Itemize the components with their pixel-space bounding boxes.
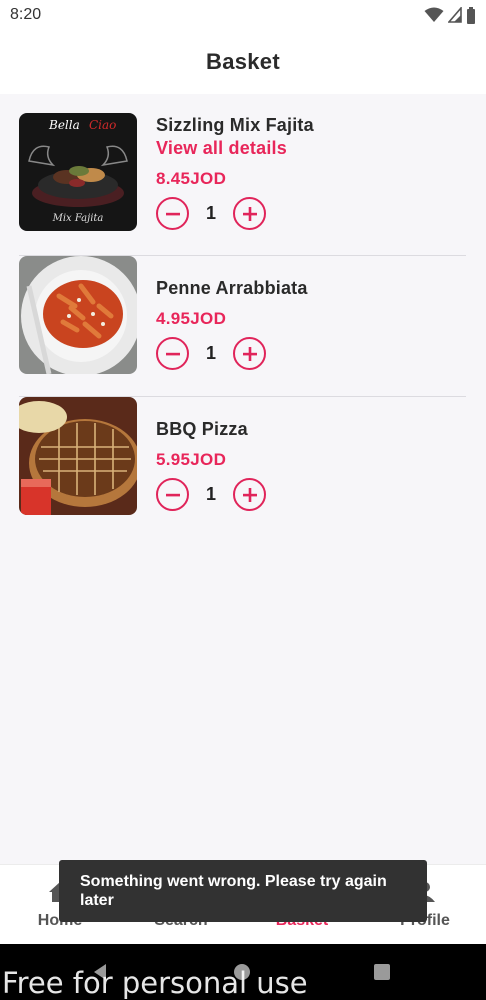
error-snackbar: Something went wrong. Please try again l… [59,860,427,922]
status-icons [424,6,476,24]
increase-quantity-button[interactable] [233,478,266,511]
quantity-value: 1 [205,343,216,363]
minus-icon [165,212,180,215]
basket-item: Penne Arrabbiata 4.95JOD 1 [0,256,486,397]
item-info: Sizzling Mix Fajita View all details 8.4… [156,114,314,230]
basket-item: BBQ Pizza 5.95JOD 1 [0,397,486,538]
basket-list: Bella Ciao Mix Fajita Sizzling Mix Fajit… [0,94,486,538]
page-title: Basket [206,49,280,74]
item-name: Sizzling Mix Fajita [156,115,314,135]
watermark: Free for personal use [2,966,308,1000]
quantity-stepper: 1 [156,337,308,370]
battery-icon [467,6,475,24]
item-image-bbq-pizza[interactable] [19,397,137,515]
item-image-sizzling-mix-fajita[interactable]: Bella Ciao Mix Fajita [19,113,137,231]
view-all-details-link[interactable]: View all details [156,137,314,159]
quantity-value: 1 [205,203,216,223]
increase-quantity-button[interactable] [233,197,266,230]
signal-icon [448,7,462,23]
item-price: 4.95JOD [156,309,227,328]
status-time: 8:20 [10,6,42,23]
decrease-quantity-button[interactable] [156,478,189,511]
minus-icon [165,493,180,496]
quantity-stepper: 1 [156,478,266,511]
item-name: BBQ Pizza [156,419,248,439]
plus-icon [242,206,257,221]
wifi-icon [424,7,444,22]
plus-icon [242,487,257,502]
image-text-mix-fajita: Mix Fajita [52,213,104,224]
image-text-bella: Bella [48,118,80,132]
basket-item: Bella Ciao Mix Fajita Sizzling Mix Fajit… [0,94,486,256]
app-header: Basket [0,30,486,94]
recents-icon[interactable] [373,963,391,981]
quantity-stepper: 1 [156,197,314,230]
quantity-value: 1 [205,484,216,504]
minus-icon [165,352,180,355]
item-price: 8.45JOD [156,169,227,188]
plus-icon [242,346,257,361]
svg-text:Ciao: Ciao [89,118,116,132]
item-name: Penne Arrabbiata [156,278,308,298]
decrease-quantity-button[interactable] [156,197,189,230]
item-info: BBQ Pizza 5.95JOD 1 [156,418,266,511]
item-image-penne-arrabbiata[interactable] [19,256,137,374]
item-info: Penne Arrabbiata 4.95JOD 1 [156,277,308,370]
decrease-quantity-button[interactable] [156,337,189,370]
increase-quantity-button[interactable] [233,337,266,370]
item-price: 5.95JOD [156,450,227,469]
status-bar: 8:20 [0,0,486,30]
